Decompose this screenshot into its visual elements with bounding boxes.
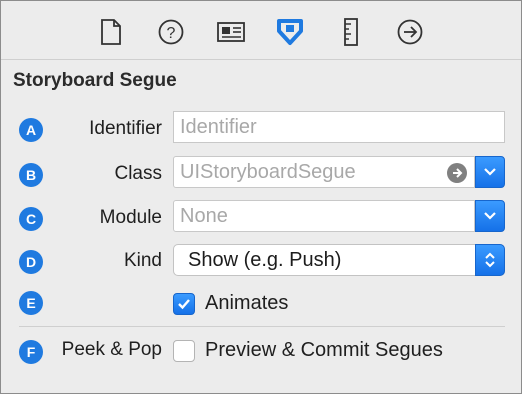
class-placeholder: UIStoryboardSegue: [180, 160, 356, 183]
module-field[interactable]: None: [173, 200, 475, 232]
kind-label: Kind: [123, 250, 162, 271]
chevron-down-icon: [484, 212, 496, 220]
identifier-label: Identifier: [89, 118, 162, 139]
divider: [19, 326, 505, 327]
kind-popup[interactable]: Show (e.g. Push): [173, 244, 505, 276]
identifier-field[interactable]: Identifier: [173, 111, 505, 143]
preview-commit-checkbox[interactable]: [173, 340, 195, 362]
kind-popup-button[interactable]: [475, 244, 505, 276]
class-field[interactable]: UIStoryboardSegue: [173, 156, 475, 188]
class-dropdown-button[interactable]: [475, 156, 505, 188]
go-to-class-arrow-icon[interactable]: [447, 163, 467, 183]
up-down-chevron-icon: [485, 252, 495, 268]
callout-badge-e: E: [19, 291, 43, 315]
callout-badge-c: C: [19, 207, 43, 231]
inspector-toolbar: ?: [1, 1, 521, 60]
svg-text:?: ?: [167, 25, 176, 42]
file-inspector-icon[interactable]: [94, 15, 128, 49]
identifier-placeholder: Identifier: [180, 115, 257, 138]
checkmark-icon: [178, 299, 190, 310]
inspector-panel: ? Storyboard Segue A Identifier Identifi…: [0, 0, 522, 394]
quick-help-icon[interactable]: ?: [154, 15, 188, 49]
peek-pop-label: Peek & Pop: [61, 339, 162, 360]
class-label: Class: [114, 163, 162, 184]
section-title: Storyboard Segue: [13, 70, 177, 91]
module-label: Module: [99, 207, 162, 228]
callout-badge-b: B: [19, 163, 43, 187]
module-placeholder: None: [180, 204, 228, 227]
chevron-down-icon: [484, 168, 496, 176]
module-dropdown-button[interactable]: [475, 200, 505, 232]
preview-commit-label: Preview & Commit Segues: [205, 339, 443, 361]
callout-badge-a: A: [19, 118, 43, 142]
size-inspector-icon[interactable]: [334, 15, 368, 49]
identity-inspector-icon[interactable]: [214, 15, 248, 49]
callout-badge-f: F: [19, 340, 43, 364]
connections-inspector-icon[interactable]: [393, 15, 427, 49]
callout-badge-d: D: [19, 250, 43, 274]
animates-checkbox[interactable]: [173, 293, 195, 315]
attributes-inspector-icon[interactable]: [273, 15, 307, 49]
kind-value: Show (e.g. Push): [188, 248, 342, 271]
animates-label: Animates: [205, 292, 289, 314]
